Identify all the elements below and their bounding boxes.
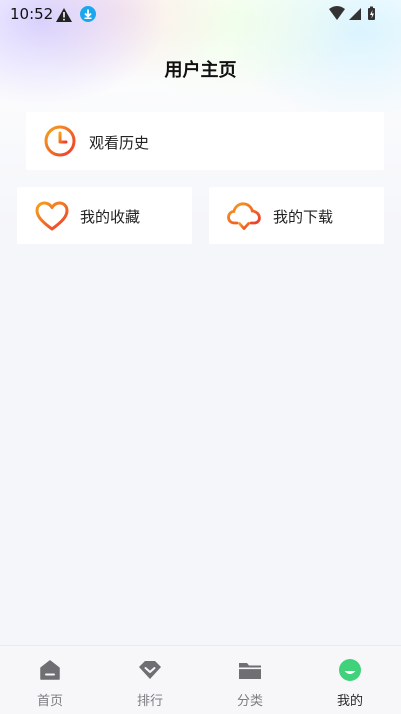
page-title: 用户主页 — [164, 60, 237, 81]
ranking-icon — [138, 658, 162, 682]
signal-icon — [349, 8, 361, 20]
heart-icon — [35, 200, 69, 232]
tab-profile-label: 我的 — [336, 694, 363, 709]
favorites-label: 我的收藏 — [80, 208, 141, 226]
warning-icon — [56, 7, 72, 26]
status-bar: 10:52 — [0, 0, 401, 28]
cloud-download-icon — [227, 199, 261, 233]
watch-history-label: 观看历史 — [89, 134, 150, 152]
favorites-card[interactable]: 我的收藏 — [17, 187, 192, 244]
tab-ranking[interactable]: 排行 — [100, 646, 200, 714]
battery-icon — [368, 6, 375, 20]
download-notification-icon — [80, 6, 96, 22]
tab-ranking-label: 排行 — [136, 694, 163, 709]
downloads-card[interactable]: 我的下载 — [209, 187, 384, 244]
watch-history-card[interactable]: 观看历史 — [26, 112, 384, 170]
tab-home[interactable]: 首页 — [0, 646, 100, 714]
wifi-icon — [329, 6, 345, 20]
tab-category[interactable]: 分类 — [200, 646, 300, 714]
status-time: 10:52 — [10, 5, 54, 23]
downloads-label: 我的下载 — [273, 208, 334, 226]
tab-category-label: 分类 — [236, 694, 263, 709]
profile-icon — [338, 658, 362, 682]
status-right-icons — [329, 6, 377, 26]
bottom-tab-bar: 首页 排行 分类 我的 — [0, 645, 401, 714]
clock-icon — [44, 125, 76, 157]
tab-profile[interactable]: 我的 — [300, 646, 400, 714]
tab-home-label: 首页 — [36, 694, 63, 709]
home-icon — [38, 658, 62, 682]
folder-icon — [238, 658, 262, 682]
